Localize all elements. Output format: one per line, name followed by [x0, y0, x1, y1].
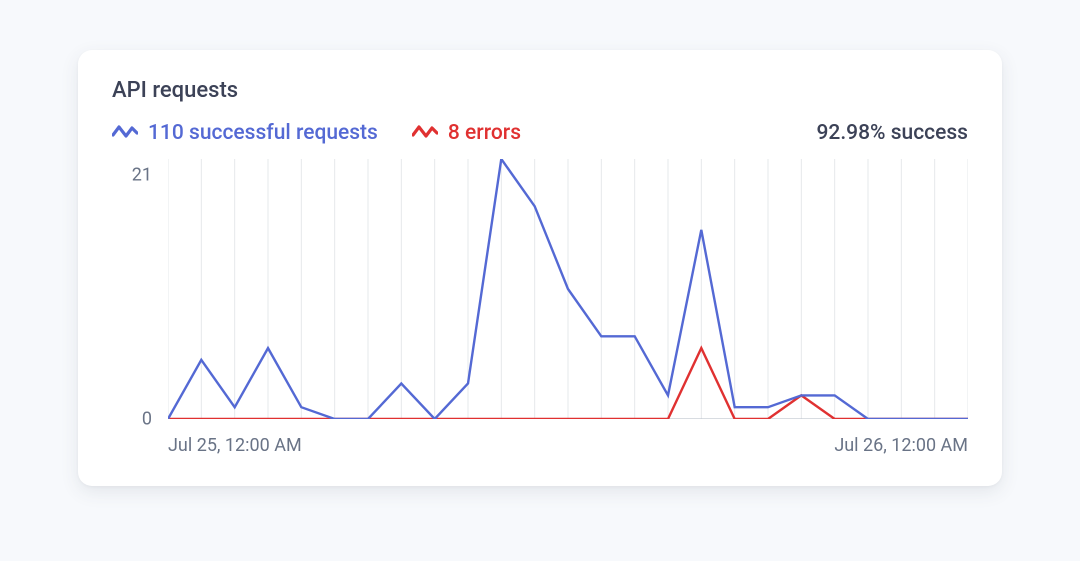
legend-error[interactable]: 8 errors [412, 121, 521, 145]
y-axis-zero: 0 [142, 409, 152, 430]
x-axis-end: Jul 26, 12:00 AM [834, 435, 968, 456]
legend-row: 110 successful requests 8 errors 92.98% … [112, 121, 968, 145]
y-axis: 21 0 [118, 159, 158, 419]
trend-icon [112, 121, 138, 145]
y-axis-max: 21 [132, 164, 152, 185]
x-axis: Jul 25, 12:00 AM Jul 26, 12:00 AM [168, 435, 968, 461]
legend-error-label: 8 errors [448, 121, 521, 145]
legend-success[interactable]: 110 successful requests [112, 121, 378, 145]
card-title: API requests [112, 78, 968, 103]
legend-success-label: 110 successful requests [148, 121, 378, 145]
chart: 21 0 [128, 159, 968, 419]
plot-area [168, 159, 968, 419]
api-requests-card: API requests 110 successful requests 8 e… [78, 50, 1002, 486]
x-axis-start: Jul 25, 12:00 AM [168, 435, 302, 456]
success-rate: 92.98% success [816, 121, 968, 145]
trend-icon [412, 121, 438, 145]
